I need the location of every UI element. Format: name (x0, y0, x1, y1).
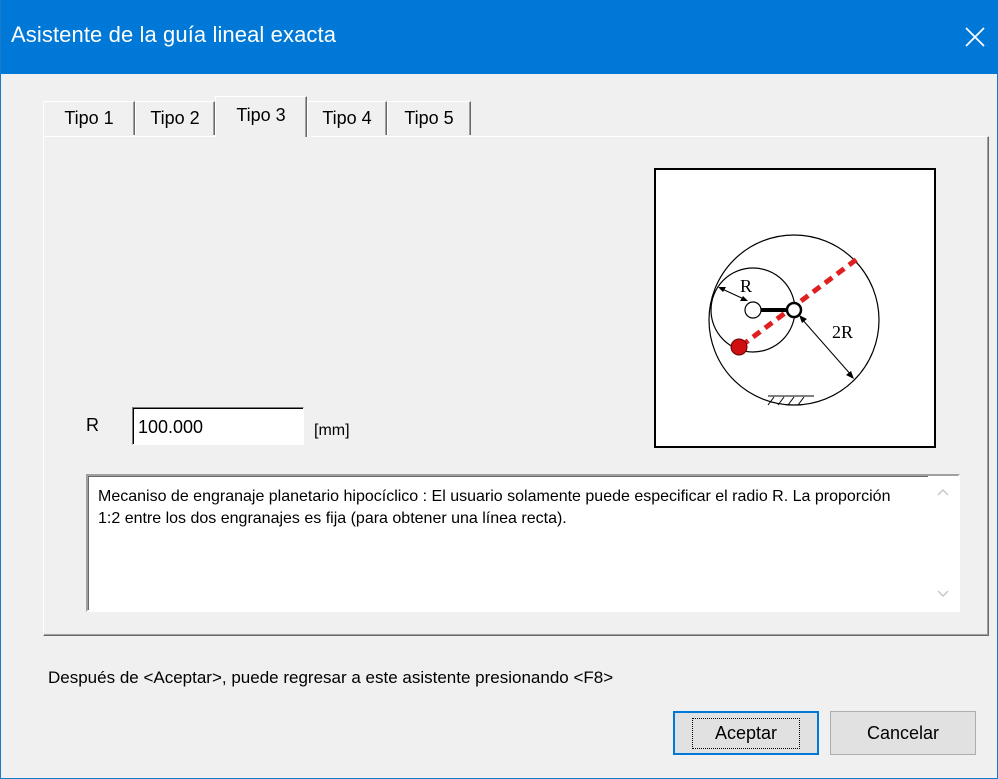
tab-tipo-1[interactable]: Tipo 1 (43, 101, 135, 135)
planetary-gear-drawing: R 2R (708, 234, 880, 406)
window-title: Asistente de la guía lineal exacta (11, 22, 337, 47)
tab-tipo-3[interactable]: Tipo 3 (215, 96, 307, 137)
scroll-up-icon[interactable] (937, 486, 949, 498)
radius-2r-label: 2R (832, 322, 853, 342)
close-button[interactable] (951, 0, 998, 74)
tab-tipo-4[interactable]: Tipo 4 (307, 101, 387, 135)
r-field-label: R (86, 415, 99, 435)
cancel-button[interactable]: Cancelar (830, 711, 976, 755)
close-icon (965, 27, 985, 47)
radius-r-label: R (740, 276, 752, 296)
unit-label: [mm] (314, 422, 350, 439)
mechanism-diagram: R 2R (654, 168, 936, 448)
ok-button[interactable]: Aceptar (673, 711, 819, 755)
tab-panel: R 2R R [mm] Mecaniso de engranaje planet… (43, 136, 989, 636)
description-text: Mecaniso de engranaje planetario hipocíc… (98, 488, 891, 527)
title-bar: Asistente de la guía lineal exacta (1, 0, 998, 74)
description-scrollbar[interactable] (928, 476, 958, 610)
dialog-window: Asistente de la guía lineal exacta Tipo … (0, 0, 998, 779)
hint-text: Después de <Aceptar>, puede regresar a e… (48, 668, 614, 687)
tab-tipo-5[interactable]: Tipo 5 (387, 101, 471, 135)
tab-tipo-2[interactable]: Tipo 2 (135, 101, 215, 135)
r-value-input[interactable] (132, 407, 304, 445)
description-box[interactable]: Mecaniso de engranaje planetario hipocíc… (86, 474, 960, 612)
ok-button-label: Aceptar (691, 717, 801, 749)
scroll-down-icon[interactable] (937, 588, 949, 600)
